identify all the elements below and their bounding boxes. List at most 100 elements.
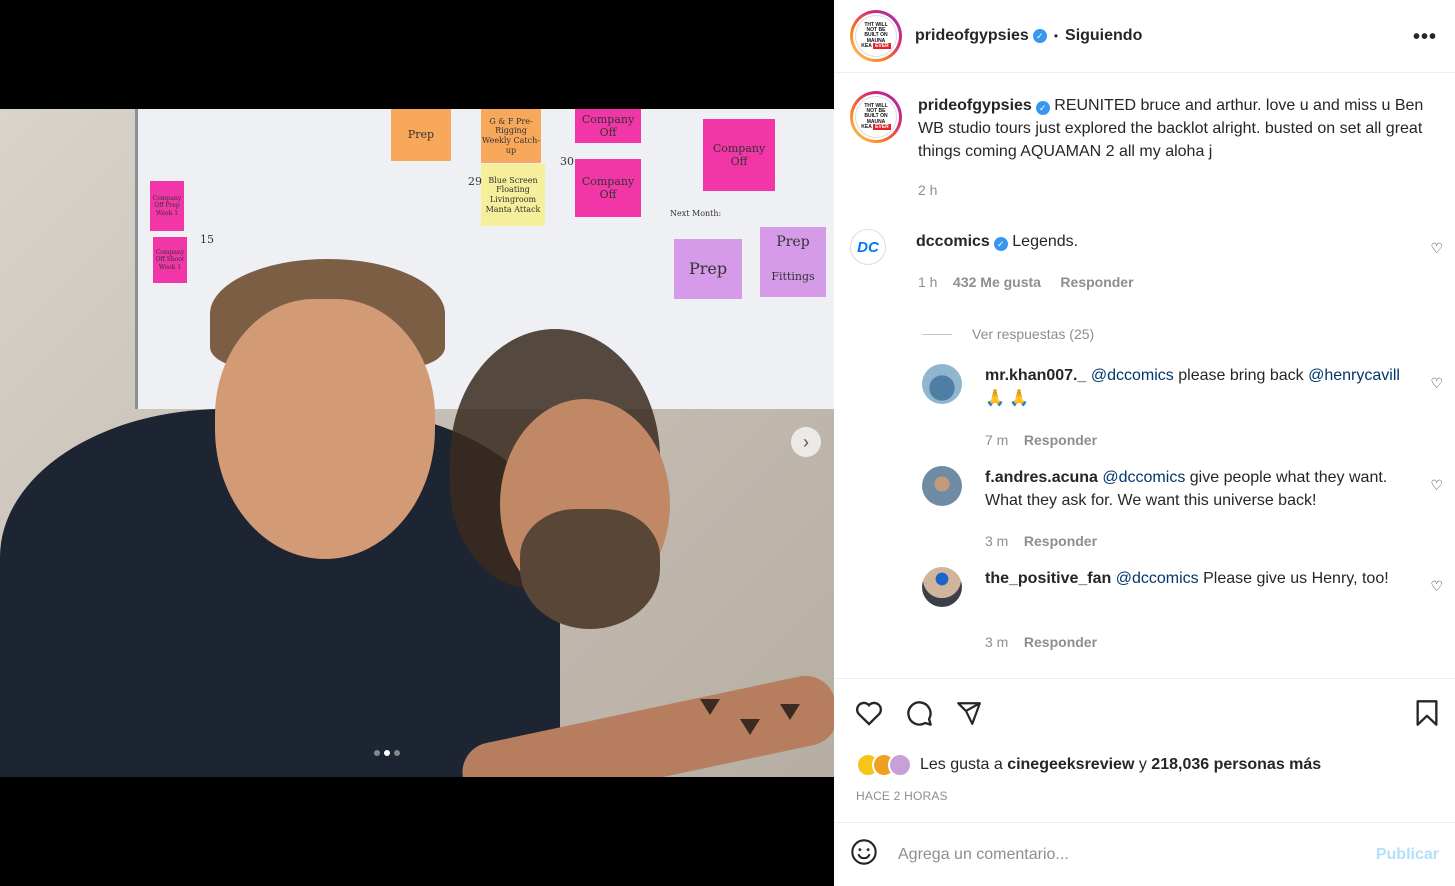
heart-icon[interactable]: ♡: [1430, 240, 1443, 257]
comment-time: 3 m: [985, 634, 1009, 650]
avatar-badge: EVER: [873, 42, 891, 49]
emoji-icon[interactable]: [850, 838, 878, 871]
share-icon[interactable]: [954, 698, 984, 728]
avatar-badge: EVER: [873, 123, 891, 130]
author-avatar[interactable]: THT WILL NOT BE BUILT ON MAUNA KEA EVER: [850, 91, 902, 143]
comment-body: Legends.: [1012, 233, 1079, 250]
likes-and: y: [1138, 756, 1147, 773]
heart-icon[interactable]: ♡: [1430, 578, 1443, 595]
avatar-text: KEA: [861, 123, 872, 130]
avatar-text: KEA: [861, 42, 872, 49]
board-label: 30: [560, 155, 574, 168]
carousel-dot: [374, 750, 380, 756]
comment-likes[interactable]: 432 Me gusta: [953, 274, 1041, 290]
comment-username[interactable]: mr.khan007._: [985, 367, 1086, 384]
carousel-dot-active: [384, 750, 390, 756]
verified-icon: ✓: [1032, 29, 1047, 43]
sticky-note: Company Off: [575, 159, 641, 217]
mention-link[interactable]: @henrycavill: [1308, 367, 1400, 384]
post-media: Prep G & F Pre-Rigging Weekly Catch-up C…: [0, 0, 834, 886]
sticky-note: Company Off: [703, 119, 775, 191]
post-panel: THT WILL NOT BE BUILT ON MAUNA KEA EVER …: [834, 0, 1455, 886]
mention-link[interactable]: @dccomics: [1102, 469, 1185, 486]
comment-body: Please give us Henry, too!: [1203, 570, 1389, 587]
board-label: 29: [468, 175, 482, 188]
author-username[interactable]: prideofgypsies: [915, 27, 1029, 45]
comment-meta: 1 h 432 Me gusta Responder: [918, 274, 1134, 290]
post-photo[interactable]: Prep G & F Pre-Rigging Weekly Catch-up C…: [0, 109, 834, 777]
post-actions: Les gusta a cinegeeksreview y 218,036 pe…: [834, 678, 1455, 823]
likes-summary[interactable]: Les gusta a cinegeeksreview y 218,036 pe…: [856, 753, 1321, 777]
sticky-note: Prep: [391, 109, 451, 161]
save-icon[interactable]: [1412, 698, 1442, 728]
comment-icon[interactable]: [904, 698, 934, 728]
view-replies[interactable]: Ver respuestas (25): [922, 326, 1094, 342]
verified-icon: ✓: [1035, 101, 1050, 115]
reply-button[interactable]: Responder: [1024, 432, 1097, 448]
add-comment-bar: Publicar: [834, 823, 1455, 886]
heart-icon[interactable]: [854, 698, 884, 728]
comment: DC dccomics ✓ Legends.: [850, 229, 1078, 265]
tattoo-mark: [740, 719, 760, 735]
mention-link[interactable]: @dccomics: [1116, 570, 1199, 587]
comment-text: dccomics ✓ Legends.: [916, 230, 1078, 265]
mention-link[interactable]: @dccomics: [1091, 367, 1174, 384]
more-icon[interactable]: •••: [1413, 26, 1437, 49]
reply-button[interactable]: Responder: [1024, 634, 1097, 650]
tattoo-mark: [700, 699, 720, 715]
liker-avatar: [888, 753, 912, 777]
sticky-note: Fittings: [760, 257, 826, 297]
carousel-dot: [394, 750, 400, 756]
comment-time: 1 h: [918, 274, 938, 290]
comment-text: f.andres.acuna @dccomics give people wha…: [985, 466, 1405, 512]
person-beard: [520, 509, 660, 629]
post-header: THT WILL NOT BE BUILT ON MAUNA KEA EVER …: [834, 0, 1455, 73]
comment-username[interactable]: the_positive_fan: [985, 570, 1111, 587]
divider: [922, 333, 952, 335]
comment-username[interactable]: dccomics: [916, 233, 990, 250]
caption-time: 2 h: [918, 182, 938, 198]
reply: f.andres.acuna @dccomics give people wha…: [922, 466, 1405, 512]
board-label: Next Month:: [670, 209, 722, 218]
person-face: [215, 299, 435, 559]
likes-count[interactable]: 218,036 personas más: [1151, 756, 1321, 774]
comment-body: please bring back: [1178, 367, 1304, 384]
comment-input[interactable]: [898, 845, 1376, 864]
commenter-avatar[interactable]: [922, 364, 962, 404]
commenter-avatar[interactable]: [922, 567, 962, 607]
author-avatar[interactable]: THT WILL NOT BE BUILT ON MAUNA KEA EVER: [850, 10, 902, 62]
comment-meta: 3 m Responder: [985, 533, 1097, 549]
sticky-note: Company Off Shoot Week 1: [153, 237, 187, 283]
tattoo-mark: [780, 704, 800, 720]
caption-username[interactable]: prideofgypsies: [918, 97, 1032, 114]
heart-icon[interactable]: ♡: [1430, 477, 1443, 494]
comment-time: 7 m: [985, 432, 1009, 448]
sticky-note: Prep: [760, 227, 826, 257]
separator-dot: •: [1053, 29, 1059, 43]
commenter-avatar[interactable]: [922, 466, 962, 506]
view-replies-label[interactable]: Ver respuestas (25): [972, 326, 1094, 342]
commenter-avatar[interactable]: DC: [850, 229, 886, 265]
sticky-note: G & F Pre-Rigging Weekly Catch-up: [481, 109, 541, 163]
reply-button[interactable]: Responder: [1060, 274, 1133, 290]
sticky-note: Company Off: [575, 109, 641, 143]
comment-username[interactable]: f.andres.acuna: [985, 469, 1098, 486]
comment-text: mr.khan007._ @dccomics please bring back…: [985, 364, 1405, 410]
chevron-right-icon[interactable]: ›: [791, 427, 821, 457]
following-button[interactable]: Siguiendo: [1065, 27, 1142, 45]
comment-meta: 3 m Responder: [985, 634, 1097, 650]
publish-button[interactable]: Publicar: [1376, 846, 1439, 864]
likes-prefix: Les gusta a: [920, 756, 1003, 773]
comment-meta: 7 m Responder: [985, 432, 1097, 448]
carousel-dots: [374, 750, 400, 756]
sticky-note: Blue Screen Floating Livingroom Manta At…: [481, 164, 545, 226]
reply: mr.khan007._ @dccomics please bring back…: [922, 364, 1405, 410]
post-time[interactable]: HACE 2 HORAS: [856, 789, 948, 803]
sticky-note: Prep: [674, 239, 742, 299]
heart-icon[interactable]: ♡: [1430, 375, 1443, 392]
reply-button[interactable]: Responder: [1024, 533, 1097, 549]
sticky-note: Company Off Prep Week 1: [150, 181, 184, 231]
likes-user[interactable]: cinegeeksreview: [1007, 756, 1134, 774]
comment-time: 3 m: [985, 533, 1009, 549]
verified-icon: ✓: [993, 237, 1008, 251]
